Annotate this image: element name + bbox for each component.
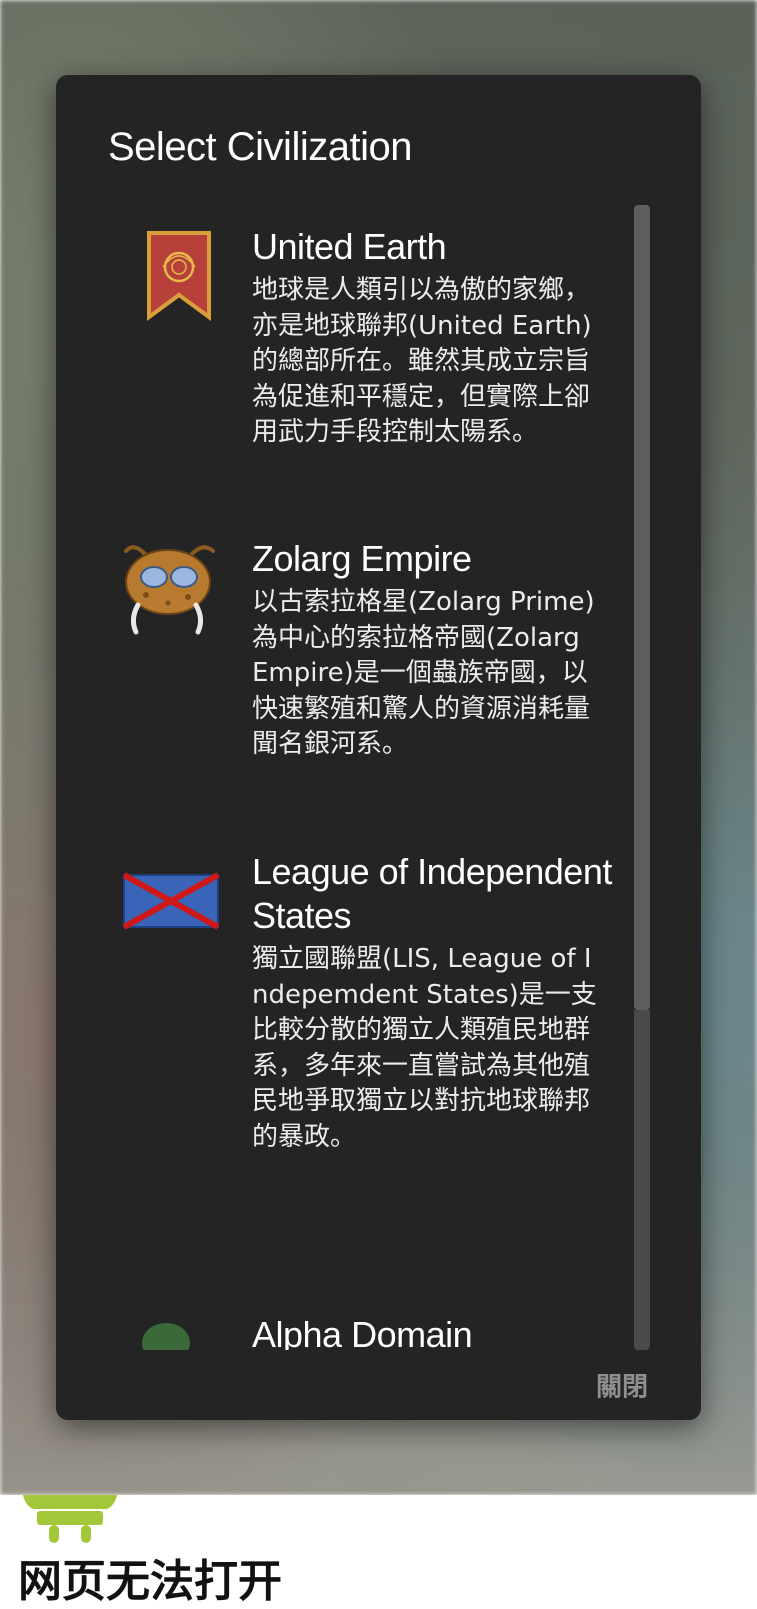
scrollbar-track[interactable] bbox=[634, 1010, 650, 1350]
error-page-title: 网页无法打开 bbox=[18, 1556, 282, 1607]
civilization-description: 以古索拉格星(Zolarg Prime)為中心的索拉格帝國(Zolarg Emp… bbox=[252, 587, 595, 759]
scrollbar-thumb[interactable] bbox=[634, 205, 650, 1010]
civilization-item-zolarg-empire[interactable]: Zolarg Empire 以古索拉格星(Zolarg Prime)為中心的索拉… bbox=[116, 537, 656, 827]
civilization-description: 獨立國聯盟(LIS, League of Indepemdent States)… bbox=[252, 944, 597, 1152]
civilization-item-united-earth[interactable]: United Earth 地球是人類引以為傲的家鄉，亦是地球聯邦(United … bbox=[116, 225, 656, 515]
civilization-name: United Earth bbox=[252, 226, 447, 267]
civilization-name: Alpha Domain bbox=[252, 1314, 473, 1350]
android-icon bbox=[15, 1495, 125, 1545]
civilization-item-alpha-domain[interactable]: Alpha Domain bbox=[116, 1313, 656, 1350]
partial-emblem-icon bbox=[116, 1313, 221, 1350]
civilization-description: 地球是人類引以為傲的家鄉，亦是地球聯邦(United Earth)的總部所在。雖… bbox=[252, 275, 592, 447]
close-button[interactable]: 關閉 bbox=[596, 1367, 648, 1404]
civilization-name: Zolarg Empire bbox=[252, 538, 472, 579]
civilization-list[interactable]: United Earth 地球是人類引以為傲的家鄉，亦是地球聯邦(United … bbox=[116, 205, 656, 1350]
civilization-item-league-of-independent-states[interactable]: League of Independent States 獨立國聯盟(LIS, … bbox=[116, 850, 656, 1230]
banner-icon bbox=[116, 225, 221, 325]
dialog-title: Select Civilization bbox=[108, 125, 412, 169]
insect-head-icon bbox=[116, 537, 221, 637]
saltire-flag-icon bbox=[116, 865, 221, 965]
select-civilization-dialog: Select Civilization United Earth 地球是人類引以… bbox=[56, 75, 701, 1420]
civilization-name: League of Independent States bbox=[252, 851, 612, 936]
